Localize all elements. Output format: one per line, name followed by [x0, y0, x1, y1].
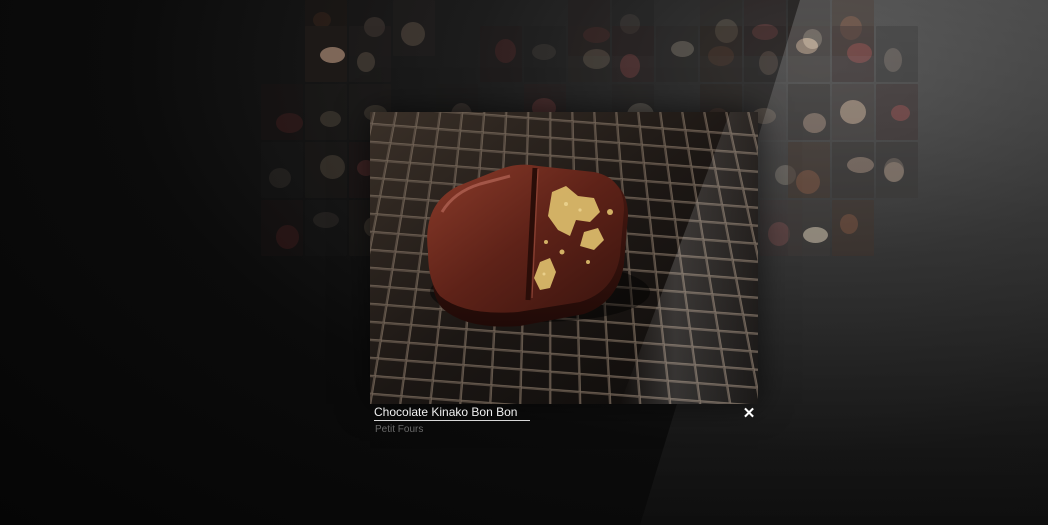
gallery-thumbnail[interactable]	[788, 26, 830, 82]
gallery-thumbnail[interactable]	[305, 26, 347, 82]
gallery-stage: Chocolate Kinako Bon Bon Petit Fours ✕	[0, 0, 1048, 525]
gallery-thumbnail[interactable]	[393, 0, 435, 56]
photo-title[interactable]: Chocolate Kinako Bon Bon	[374, 404, 530, 421]
gallery-thumbnail[interactable]	[305, 200, 347, 256]
gallery-thumbnail[interactable]	[305, 142, 347, 198]
gallery-thumbnail[interactable]	[832, 142, 874, 198]
photo-category: Petit Fours	[375, 424, 424, 435]
gallery-thumbnail[interactable]	[524, 26, 566, 82]
gallery-thumbnail[interactable]	[832, 200, 874, 256]
gallery-thumbnail[interactable]	[700, 26, 742, 82]
gallery-thumbnail[interactable]	[261, 142, 303, 198]
gallery-thumbnail[interactable]	[788, 142, 830, 198]
gallery-thumbnail[interactable]	[261, 84, 303, 140]
gallery-thumbnail[interactable]	[612, 26, 654, 82]
gallery-thumbnail[interactable]	[788, 84, 830, 140]
gallery-thumbnail[interactable]	[568, 26, 610, 82]
chocolate-bonbon-photo	[370, 112, 758, 404]
gallery-thumbnail[interactable]	[744, 26, 786, 82]
gallery-thumbnail[interactable]	[876, 26, 918, 82]
gallery-thumbnail[interactable]	[656, 26, 698, 82]
gallery-thumbnail[interactable]	[480, 26, 522, 82]
gallery-thumbnail[interactable]	[261, 200, 303, 256]
gallery-thumbnail[interactable]	[876, 142, 918, 198]
photo-viewer	[370, 112, 758, 404]
close-icon[interactable]: ✕	[740, 405, 758, 423]
gallery-thumbnail[interactable]	[832, 84, 874, 140]
gallery-thumbnail[interactable]	[832, 26, 874, 82]
gallery-thumbnail[interactable]	[305, 84, 347, 140]
gallery-thumbnail[interactable]	[349, 26, 391, 82]
gallery-thumbnail[interactable]	[788, 200, 830, 256]
gallery-thumbnail[interactable]	[876, 84, 918, 140]
